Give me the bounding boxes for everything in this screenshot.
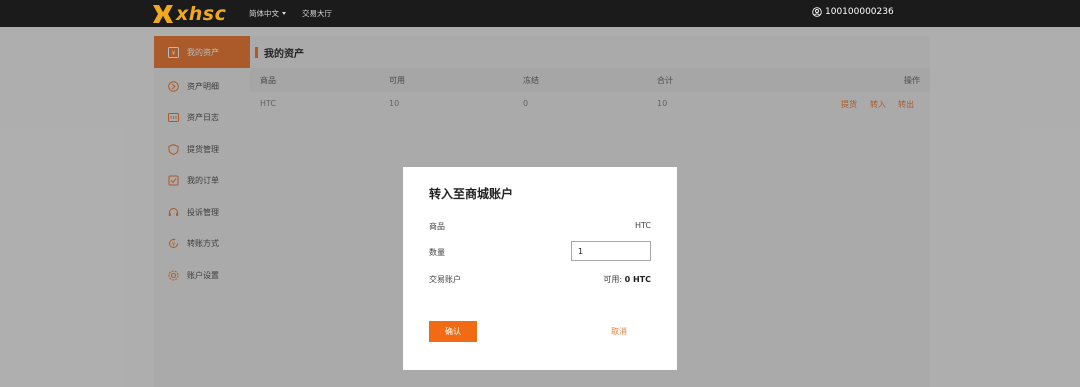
caret-down-icon	[282, 12, 286, 15]
user-icon	[812, 7, 822, 17]
language-selector[interactable]: 简体中文	[249, 8, 286, 19]
top-navbar: xhsc 简体中文 交易大厅 100100000236	[0, 0, 1080, 27]
available-prefix: 可用:	[603, 275, 623, 284]
account-id: 100100000236	[825, 7, 894, 17]
available-balance: 可用: 0 HTC	[603, 274, 651, 285]
product-value: HTC	[634, 221, 651, 230]
logo-text: xhsc	[176, 2, 227, 25]
transfer-in-dialog: 转入至商城账户 商品 HTC 数量 交易账户 可用: 0 HTC 确认 取消	[403, 167, 677, 370]
trading-account-label: 交易账户	[429, 275, 461, 284]
logo[interactable]: xhsc	[152, 2, 227, 25]
quantity-input[interactable]	[571, 241, 651, 261]
account-menu[interactable]: 100100000236	[812, 7, 894, 17]
product-label: 商品	[429, 222, 445, 231]
cancel-button[interactable]: 取消	[611, 326, 627, 337]
language-label: 简体中文	[249, 9, 279, 18]
logo-mark-icon	[153, 4, 173, 23]
nav-trading-hall[interactable]: 交易大厅	[302, 8, 332, 19]
confirm-button[interactable]: 确认	[429, 321, 477, 342]
dialog-title: 转入至商城账户	[429, 187, 514, 201]
available-amount: 0 HTC	[624, 275, 651, 284]
quantity-label: 数量	[429, 248, 445, 257]
